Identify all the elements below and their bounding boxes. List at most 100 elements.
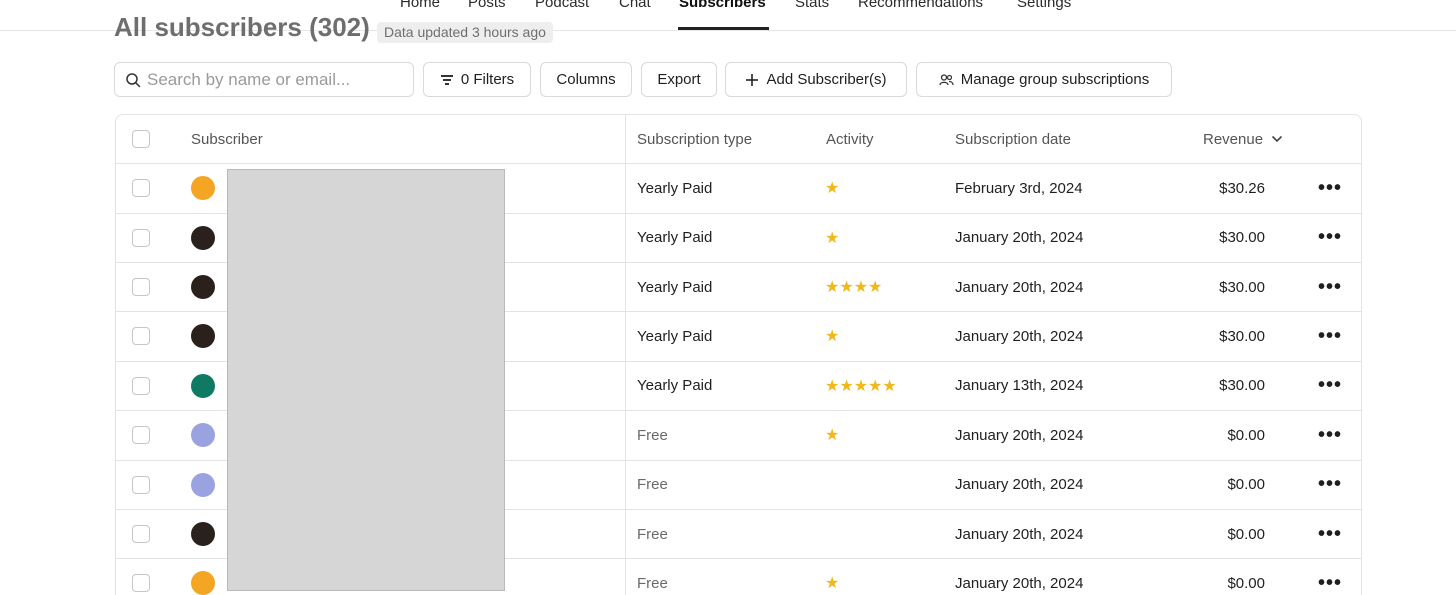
avatar <box>191 373 217 400</box>
revenue: $30.00 <box>1219 278 1265 296</box>
avatar-cell <box>191 362 217 411</box>
header-activity[interactable]: Activity <box>826 115 874 163</box>
table-header: Subscriber Subscription type Activity Su… <box>116 115 1361 164</box>
row-checkbox[interactable] <box>132 179 150 198</box>
filters-button[interactable]: 0 Filters <box>423 62 531 97</box>
select-all-cell <box>132 115 150 163</box>
header-subscription-type[interactable]: Subscription type <box>637 115 752 163</box>
activity-stars: ★★★★ <box>825 279 883 297</box>
row-checkbox[interactable] <box>132 278 150 297</box>
avatar-cell <box>191 164 217 213</box>
activity-stars: ★ <box>825 180 840 198</box>
search-icon <box>126 73 141 88</box>
activity-stars: ★★★★★ <box>825 377 897 395</box>
add-subscriber-button[interactable]: Add Subscriber(s) <box>725 62 907 97</box>
row-checkbox[interactable] <box>132 327 150 346</box>
row-select-cell <box>132 411 150 460</box>
columns-button[interactable]: Columns <box>540 62 632 97</box>
subscription-date: January 20th, 2024 <box>955 574 1084 592</box>
row-checkbox[interactable] <box>132 426 150 445</box>
manage-group-subscriptions-button[interactable]: Manage group subscriptions <box>916 62 1172 97</box>
select-all-checkbox[interactable] <box>132 130 150 148</box>
more-icon[interactable]: ••• <box>1318 411 1342 460</box>
nav-stats[interactable]: Stats <box>795 0 829 11</box>
avatar <box>191 423 217 450</box>
subscription-date: January 20th, 2024 <box>955 476 1084 494</box>
subscription-type: Yearly Paid <box>637 377 713 395</box>
more-icon[interactable]: ••• <box>1318 362 1342 411</box>
avatar <box>191 571 217 595</box>
avatar-cell <box>191 312 217 361</box>
nav-podcast[interactable]: Podcast <box>535 0 589 11</box>
nav-recommendations[interactable]: Recommendations <box>858 0 983 11</box>
avatar <box>191 522 217 549</box>
chevron-down-icon <box>1271 135 1283 143</box>
avatar <box>191 324 217 351</box>
filters-label: 0 Filters <box>460 71 515 88</box>
row-select-cell <box>132 460 150 509</box>
subscription-type: Free <box>637 476 668 494</box>
revenue: $30.00 <box>1219 327 1265 345</box>
data-updated-badge: Data updated 3 hours ago <box>377 22 553 43</box>
subscription-type: Free <box>637 525 668 543</box>
more-icon[interactable]: ••• <box>1318 312 1342 361</box>
active-tab-indicator <box>678 27 769 30</box>
users-icon <box>939 73 954 85</box>
more-icon[interactable]: ••• <box>1318 510 1342 559</box>
page-title: All subscribers (302) <box>114 12 370 42</box>
redacted-subscriber-names <box>227 169 505 591</box>
subscription-date: February 3rd, 2024 <box>955 179 1083 197</box>
subscription-date: January 20th, 2024 <box>955 426 1084 444</box>
subscription-type: Free <box>637 574 668 592</box>
subscription-date: January 20th, 2024 <box>955 327 1084 345</box>
revenue: $30.00 <box>1219 229 1265 247</box>
activity-stars: ★ <box>825 328 840 346</box>
revenue: $0.00 <box>1227 525 1265 543</box>
nav-home[interactable]: Home <box>400 0 440 11</box>
header-subscription-date[interactable]: Subscription date <box>955 115 1071 163</box>
avatar <box>191 275 217 302</box>
more-icon[interactable]: ••• <box>1318 263 1342 312</box>
avatar-cell <box>191 510 217 559</box>
row-checkbox[interactable] <box>132 574 150 593</box>
header-revenue-label: Revenue <box>1203 130 1264 148</box>
row-select-cell <box>132 164 150 213</box>
plus-icon <box>746 73 759 86</box>
row-checkbox[interactable] <box>132 475 150 494</box>
activity-stars: ★ <box>825 229 840 247</box>
subscription-date: January 20th, 2024 <box>955 525 1084 543</box>
nav-chat[interactable]: Chat <box>619 0 651 11</box>
subscription-type: Yearly Paid <box>637 327 713 345</box>
row-checkbox[interactable] <box>132 525 150 544</box>
revenue: $30.26 <box>1219 179 1265 197</box>
row-checkbox[interactable] <box>132 376 150 395</box>
subscription-date: January 20th, 2024 <box>955 278 1084 296</box>
row-checkbox[interactable] <box>132 228 150 247</box>
more-icon[interactable]: ••• <box>1318 164 1342 213</box>
header-subscriber[interactable]: Subscriber <box>191 115 263 163</box>
avatar <box>191 176 217 203</box>
avatar-cell <box>191 213 217 262</box>
avatar-cell <box>191 460 217 509</box>
nav-posts[interactable]: Posts <box>468 0 506 11</box>
search-box[interactable] <box>114 62 414 97</box>
export-button[interactable]: Export <box>641 62 717 97</box>
nav-settings[interactable]: Settings <box>1017 0 1071 11</box>
row-select-cell <box>132 510 150 559</box>
more-icon[interactable]: ••• <box>1318 213 1342 262</box>
add-subscriber-label: Add Subscriber(s) <box>766 71 887 88</box>
search-input[interactable] <box>147 64 407 95</box>
activity-stars: ★ <box>825 575 840 593</box>
row-select-cell <box>132 362 150 411</box>
revenue: $0.00 <box>1227 476 1265 494</box>
header-revenue[interactable]: Revenue <box>1203 115 1283 163</box>
more-icon[interactable]: ••• <box>1318 559 1342 595</box>
avatar-cell <box>191 559 217 595</box>
avatar-cell <box>191 411 217 460</box>
row-select-cell <box>132 263 150 312</box>
avatar-cell <box>191 263 217 312</box>
more-icon[interactable]: ••• <box>1318 460 1342 509</box>
subscription-type: Yearly Paid <box>637 278 713 296</box>
nav-subscribers[interactable]: Subscribers <box>679 0 766 11</box>
revenue: $30.00 <box>1219 377 1265 395</box>
